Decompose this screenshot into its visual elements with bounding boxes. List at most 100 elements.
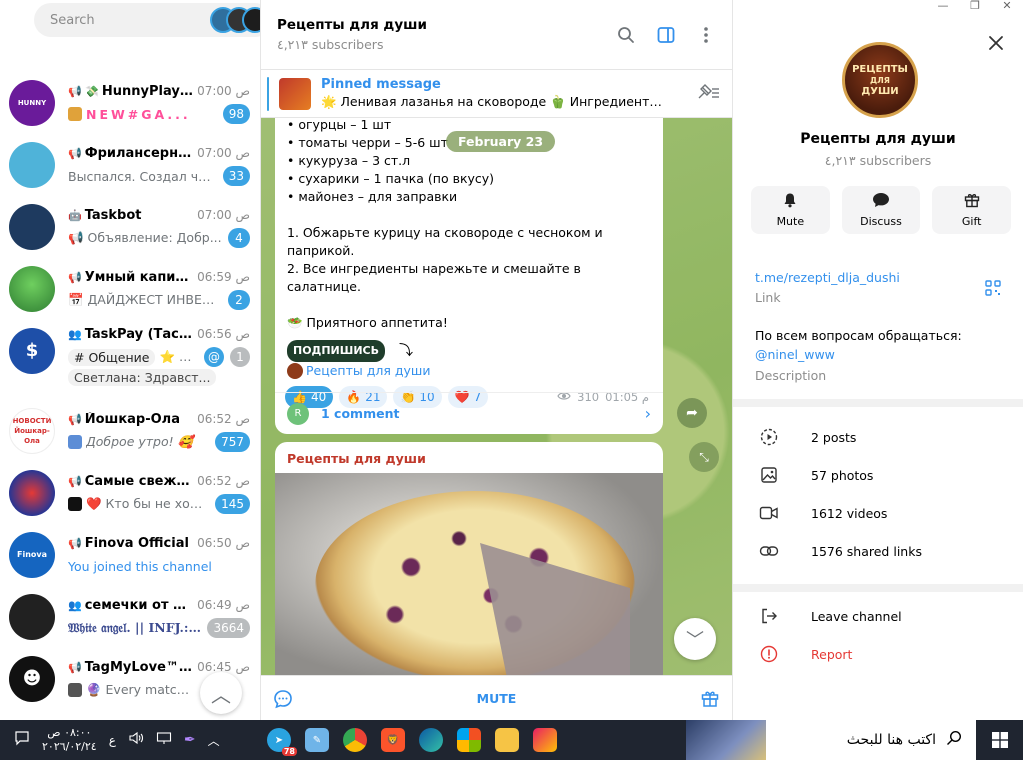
pen-icon[interactable]: ✒: [184, 732, 196, 748]
comment-count: 1 comment: [321, 406, 400, 421]
photo-icon: [759, 465, 779, 485]
pinned-indicator: [267, 76, 269, 111]
chat-item[interactable]: 📢Самые свежие ...06:52 ص ❤️ Кто бы не хо…: [0, 462, 260, 524]
game-app-icon[interactable]: [533, 728, 557, 752]
gift-icon[interactable]: [700, 688, 720, 712]
file-explorer-icon[interactable]: [495, 728, 519, 752]
chat-name: Йошкар-Ола: [84, 411, 180, 427]
description-text: По всем вопросам обращаться:: [755, 328, 962, 343]
system-tray: ٠٨:٠٠ ص ٢٠٢٦/٠٢/٢٤ ع ✒ ︿: [0, 720, 255, 760]
posts-row[interactable]: 2 posts: [733, 418, 1023, 456]
chat-item[interactable]: HUNNY 📢 💸 HunnyPlay ... 07:00 ص NEW#GA... 9…: [0, 72, 260, 134]
post-author[interactable]: Рецепты для души: [275, 442, 663, 472]
notepad-app-icon[interactable]: ✎: [305, 728, 329, 752]
store-app-icon[interactable]: [457, 728, 481, 752]
mute-button[interactable]: MUTE: [477, 691, 517, 706]
report-button[interactable]: Report: [733, 635, 1023, 673]
clock[interactable]: ٠٨:٠٠ ص ٢٠٢٦/٠٢/٢٤: [42, 726, 97, 754]
volume-icon[interactable]: [128, 731, 144, 749]
chat-preview: 📅 ДАЙДЖЕСТ ИНВЕСТ...: [68, 292, 222, 307]
pinned-text: 🌟 Ленивая лазанья на сковороде 🫑 Ингреди…: [321, 94, 671, 109]
unread-badge: 33: [222, 166, 250, 186]
chrome-app-icon[interactable]: [343, 728, 367, 752]
channel-link[interactable]: Рецепты для души: [306, 362, 430, 380]
discussion-icon[interactable]: [273, 689, 293, 713]
photos-row[interactable]: 57 photos: [733, 456, 1023, 494]
links-row[interactable]: 1576 shared links: [733, 532, 1023, 570]
forward-button[interactable]: ➦: [677, 398, 707, 428]
channel-avatar[interactable]: РЕЦЕПТЫ ДЛЯ ДУШИ: [842, 42, 918, 118]
mute-action-button[interactable]: Mute: [751, 186, 830, 234]
channel-link[interactable]: t.me/rezepti_dlja_dushi: [755, 270, 1005, 285]
chat-header[interactable]: Рецепты для души ٤,٢١٣ subscribers: [261, 0, 732, 70]
description-mention[interactable]: @ninel_www: [755, 345, 1005, 364]
chat-item[interactable]: Finova 📢 Finova Official 06:50 ص You joine…: [0, 524, 260, 586]
taskbar-search[interactable]: اكتب هنا للبحث: [686, 720, 976, 760]
search-highlight-art: [686, 720, 766, 760]
avatar-text: HUNNY: [17, 99, 47, 107]
scroll-down-button[interactable]: ﹀: [674, 618, 716, 660]
chat-item-forum[interactable]: $ 👥TaskPay (Таскп... 06:56 ص # Общение⭐ О…: [0, 320, 260, 400]
post-line: 1. Обжарьте курицу на сковороде с чеснок…: [287, 225, 603, 258]
edge-app-icon[interactable]: [419, 728, 443, 752]
qr-code-icon[interactable]: [985, 280, 1001, 300]
chevron-up-icon: ︿: [211, 682, 231, 707]
pinned-apps: ➤ 78 ✎ 🦁: [267, 728, 557, 756]
close-window-button[interactable]: ✕: [991, 0, 1023, 14]
collapse-button[interactable]: ⤡: [689, 442, 719, 472]
chat-avatar: НОВОСТИ Йошкар-Ола: [9, 408, 55, 454]
notification-icon[interactable]: [14, 730, 30, 750]
videos-row[interactable]: 1612 videos: [733, 494, 1023, 532]
leave-channel-button[interactable]: Leave channel: [733, 597, 1023, 635]
search-box: [34, 3, 260, 37]
photos-count: 57 photos: [811, 467, 874, 483]
network-icon[interactable]: [156, 731, 172, 749]
minimize-button[interactable]: —: [927, 0, 959, 14]
topic-tag[interactable]: # Общение: [68, 348, 156, 366]
chat-time: 07:00 ص: [197, 208, 250, 222]
discuss-action-button[interactable]: Discuss: [841, 186, 921, 234]
chat-item[interactable]: 📢 Фрилансерная 07:00 ص Выспался. Создал ча…: [0, 134, 260, 196]
berry-pie-photo[interactable]: [275, 473, 663, 682]
maximize-button[interactable]: ❐: [959, 0, 991, 14]
channel-icon: 📢: [68, 146, 82, 160]
windows-start-button[interactable]: [976, 720, 1023, 760]
stories-avatars[interactable]: [210, 7, 260, 33]
sidebar-toggle-icon[interactable]: [656, 25, 676, 45]
language-indicator[interactable]: ع: [109, 733, 116, 747]
channel-icon: 📢 💸: [68, 84, 99, 98]
chat-item[interactable]: 📢 Умный капитал 06:59 ص 📅 ДАЙДЖЕСТ ИНВЕСТ.…: [0, 258, 260, 320]
chat-avatar: Finova: [9, 532, 55, 578]
chat-time: 07:00 ص: [197, 84, 250, 98]
group-icon: 👥: [68, 598, 82, 612]
channel-post-photo[interactable]: Рецепты для души: [275, 442, 663, 682]
scroll-up-button[interactable]: ︿: [200, 672, 242, 714]
gift-action-button[interactable]: Gift: [932, 186, 1012, 234]
discuss-action-label: Discuss: [860, 215, 902, 228]
pin-list-icon[interactable]: [696, 83, 720, 105]
telegram-app-icon[interactable]: ➤ 78: [267, 728, 297, 756]
topic-preview: Светлана: Здравст...: [68, 369, 217, 386]
search-input[interactable]: [50, 12, 220, 28]
header-actions: [616, 25, 716, 45]
search-icon[interactable]: [616, 25, 636, 45]
pinned-message-bar[interactable]: Pinned message 🌟 Ленивая лазанья на сков…: [261, 70, 732, 118]
avatar-text: Finova: [16, 550, 47, 559]
chat-item[interactable]: 🤖 Taskbot 07:00 ص 📢 Объявление: Добр... 4: [0, 196, 260, 258]
channel-icon: 📢: [68, 270, 82, 284]
chat-list: HUNNY 📢 💸 HunnyPlay ... 07:00 ص NEW#GA... 9…: [0, 72, 260, 710]
chat-item[interactable]: НОВОСТИ Йошкар-Ола 📢 Йошкар-Ола 06:52 ص До…: [0, 400, 260, 462]
comments-button[interactable]: R 1 comment ›: [275, 392, 663, 434]
close-icon[interactable]: [987, 34, 1005, 52]
subscribe-sticker: ПОДПИШИСЬ: [287, 340, 386, 362]
pinned-label: Pinned message: [321, 77, 441, 92]
unread-badge: 145: [215, 494, 250, 514]
unread-badge: 3664: [207, 618, 250, 638]
mention-badge: @: [204, 347, 224, 367]
more-vertical-icon[interactable]: [696, 25, 716, 45]
brave-app-icon[interactable]: 🦁: [381, 728, 405, 752]
chat-item[interactable]: 👥семечки от ма... 06:49 ص 𝔚𝔥𝔦𝔱𝔢 𝔞𝔫𝔤𝔢𝔩. ||…: [0, 586, 260, 648]
chat-name: HunnyPlay ...: [101, 83, 194, 99]
chevron-up-icon[interactable]: ︿: [208, 732, 220, 749]
story-avatar[interactable]: [242, 7, 260, 33]
